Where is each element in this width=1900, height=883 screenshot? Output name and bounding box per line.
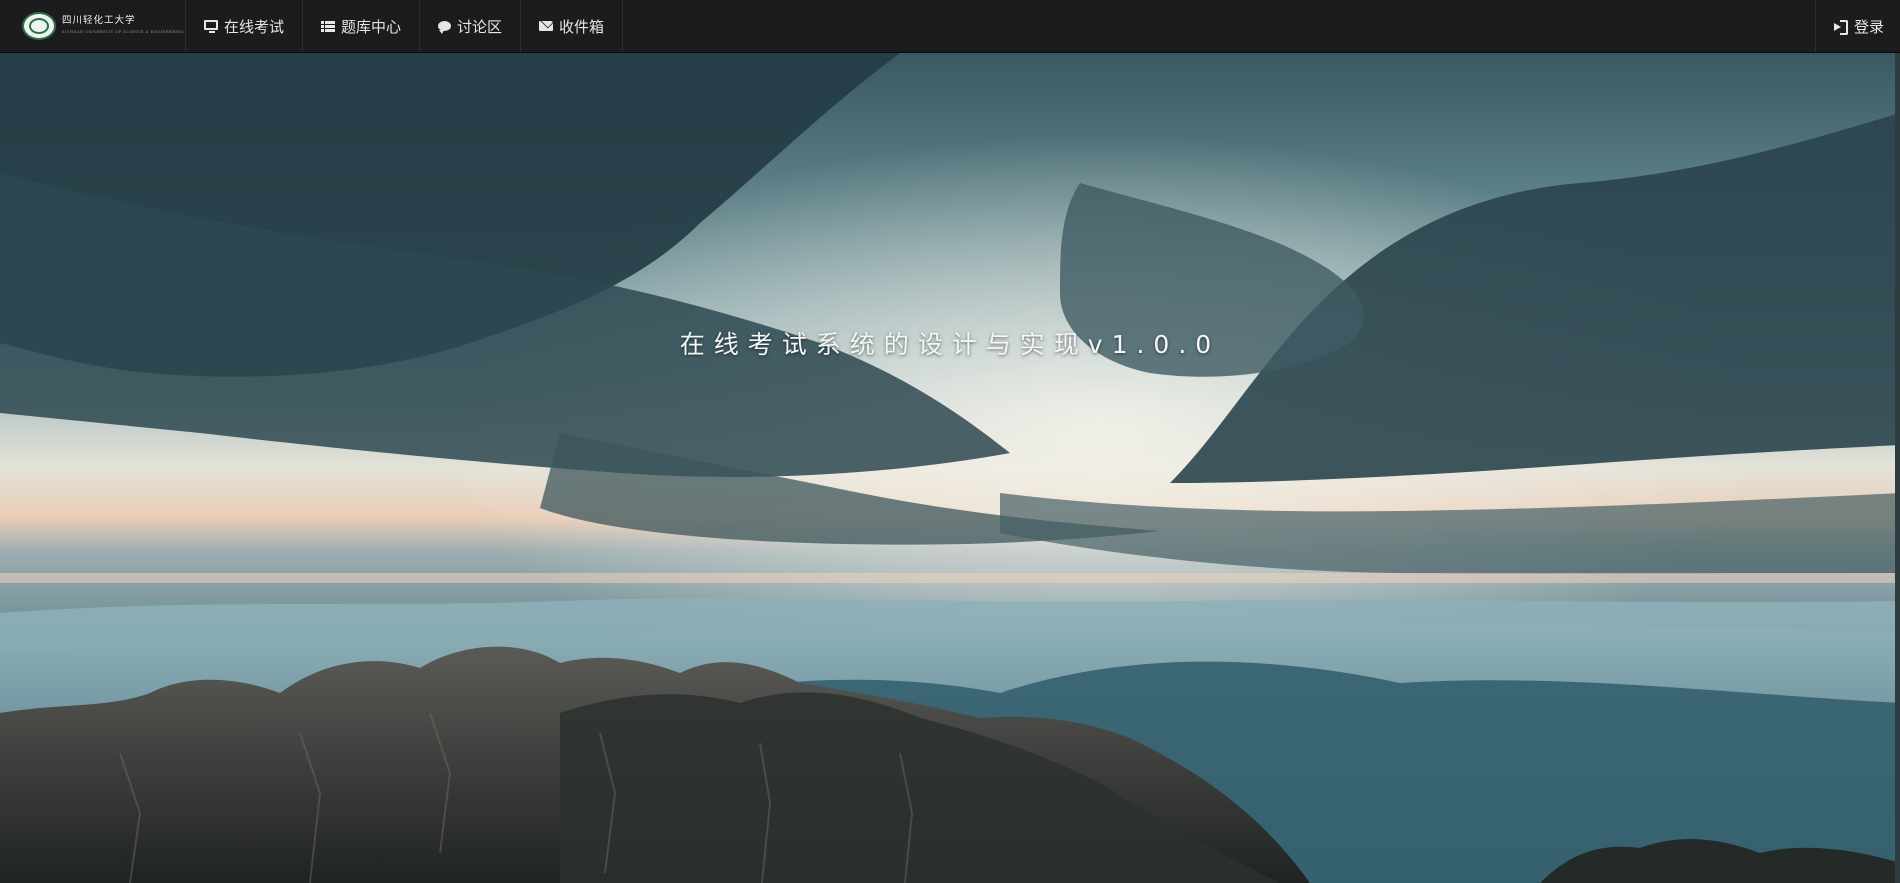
brand-text: 四川轻化工大学 SICHUAN UNIVERSITY OF SCIENCE & … bbox=[62, 14, 185, 37]
hero-title: 在线考试系统的设计与实现v1.0.0 bbox=[679, 330, 1221, 359]
nav-item-online-exam[interactable]: 在线考试 bbox=[186, 0, 304, 52]
brand-logo-link[interactable]: 四川轻化工大学 SICHUAN UNIVERSITY OF SCIENCE & … bbox=[0, 0, 186, 52]
university-emblem-icon bbox=[22, 12, 56, 40]
page: 四川轻化工大学 SICHUAN UNIVERSITY OF SCIENCE & … bbox=[0, 0, 1900, 883]
nav-item-label: 讨论区 bbox=[457, 18, 503, 36]
hero-banner: 在线考试系统的设计与实现v1.0.0 bbox=[0, 53, 1900, 883]
nav-item-label: 收件箱 bbox=[559, 18, 605, 36]
envelope-icon bbox=[539, 21, 554, 31]
nav-item-question-bank[interactable]: 题库中心 bbox=[303, 0, 421, 52]
monitor-icon bbox=[204, 20, 218, 33]
nav-item-label: 在线考试 bbox=[224, 18, 285, 36]
top-navbar: 四川轻化工大学 SICHUAN UNIVERSITY OF SCIENCE & … bbox=[0, 0, 1900, 53]
nav-item-discussion[interactable]: 讨论区 bbox=[420, 0, 522, 52]
login-icon bbox=[1833, 19, 1848, 35]
brand-name: 四川轻化工大学 bbox=[62, 14, 136, 26]
comment-icon bbox=[438, 21, 452, 34]
login-label: 登录 bbox=[1853, 18, 1884, 36]
page-edge-strip bbox=[1895, 53, 1900, 883]
login-button[interactable]: 登录 bbox=[1814, 0, 1900, 52]
nav-item-label: 题库中心 bbox=[341, 18, 402, 36]
list-icon bbox=[321, 20, 336, 32]
nav-item-inbox[interactable]: 收件箱 bbox=[521, 0, 624, 52]
brand-subtitle: SICHUAN UNIVERSITY OF SCIENCE & ENGINEER… bbox=[62, 29, 185, 34]
hero-background-image bbox=[0, 53, 1900, 883]
